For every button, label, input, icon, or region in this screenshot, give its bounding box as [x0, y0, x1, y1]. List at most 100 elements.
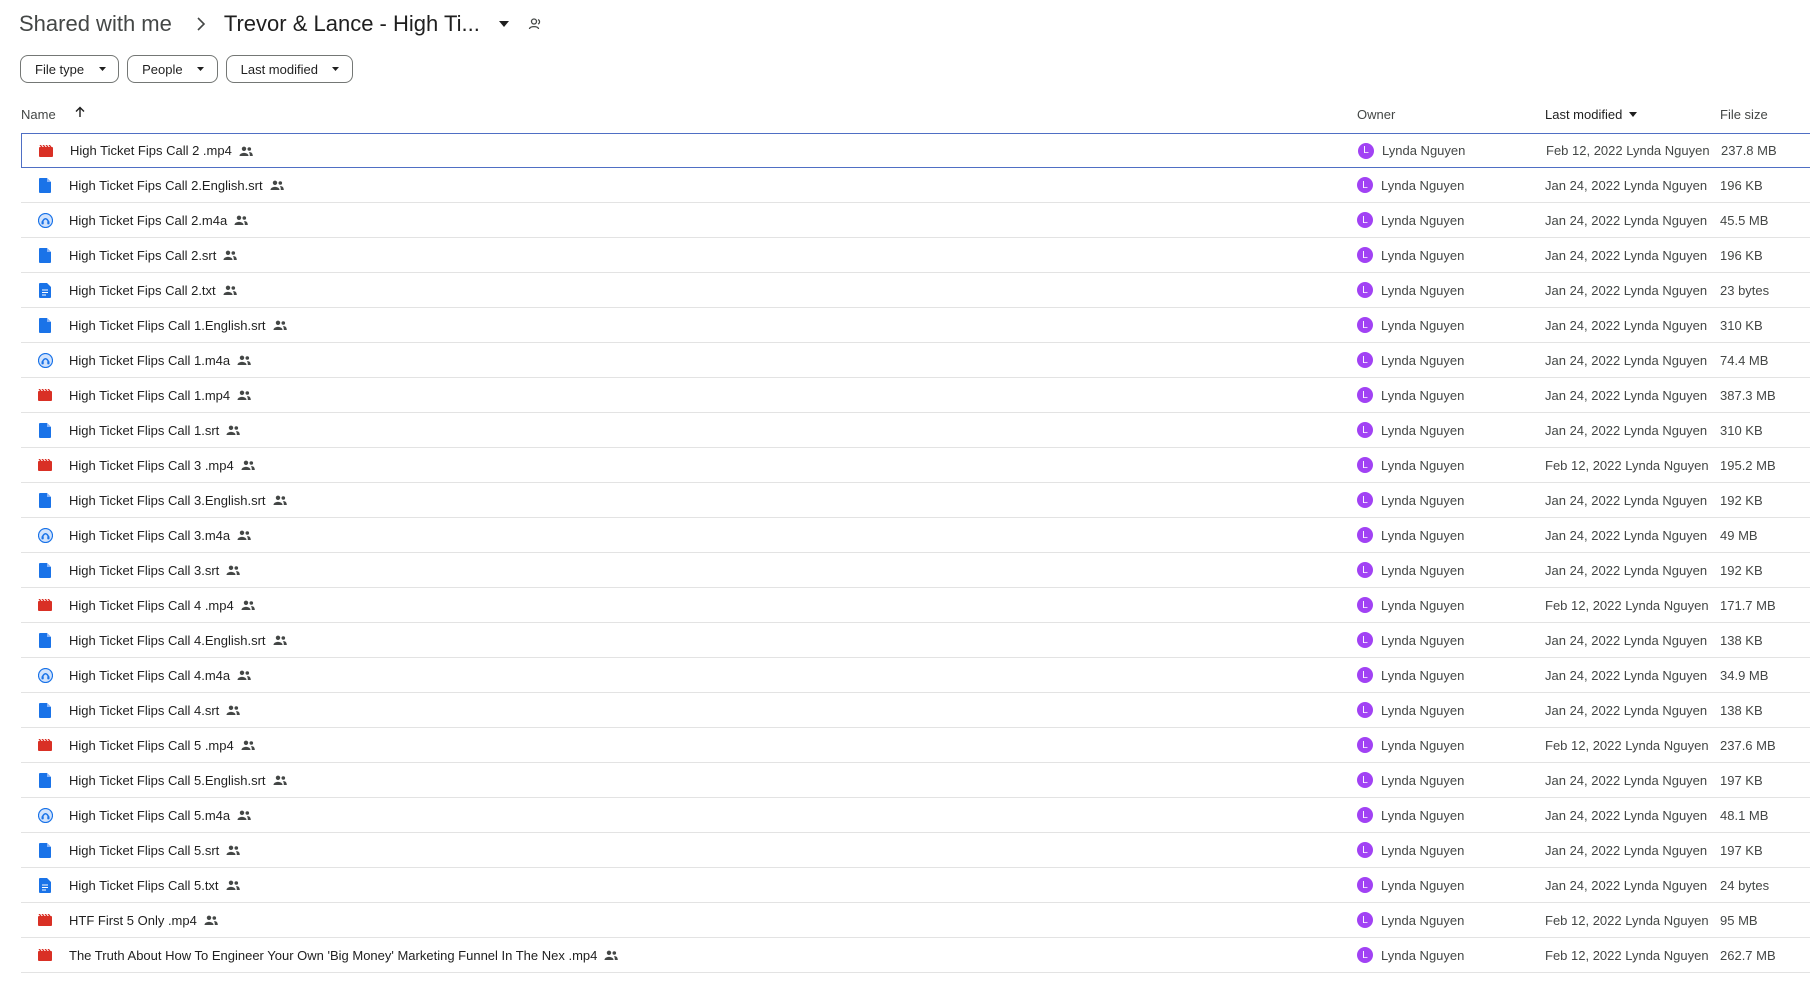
file-row[interactable]: High Ticket Fips Call 2 .mp4 L Lynda Nguye…: [21, 133, 1810, 168]
caret-down-icon: [332, 65, 340, 73]
owner-avatar: L: [1357, 947, 1373, 963]
breadcrumb-current-folder[interactable]: Trevor & Lance - High Ti...: [224, 11, 480, 37]
file-name: High Ticket Flips Call 5.m4a: [69, 807, 231, 823]
name-column-header[interactable]: Name: [21, 104, 56, 124]
owner-avatar: L: [1357, 912, 1373, 928]
file-size-cell: 196 KB: [1720, 177, 1763, 193]
file-name: High Ticket Flips Call 1.m4a: [69, 352, 231, 368]
shared-folder-icon[interactable]: [526, 15, 544, 33]
owner-name: Lynda Nguyen: [1381, 562, 1465, 578]
file-type-filter[interactable]: File type: [20, 55, 120, 83]
file-row[interactable]: High Ticket Flips Call 5.English.srt L Lyn…: [21, 763, 1810, 798]
shared-people-icon: [237, 354, 253, 366]
owner-avatar: L: [1357, 772, 1373, 788]
file-row[interactable]: High Ticket Flips Call 4.m4a L Lynda Nguye…: [21, 658, 1810, 693]
caret-down-icon[interactable]: [496, 16, 512, 32]
file-size-cell: 23 bytes: [1720, 282, 1770, 298]
owner-avatar: L: [1357, 422, 1373, 438]
last-modified-column-header[interactable]: Last modified: [1545, 104, 1640, 124]
file-row[interactable]: High Ticket Fips Call 2.English.srt L Lynd…: [21, 168, 1810, 203]
file-row[interactable]: The Truth About How To Engineer Your Own…: [21, 938, 1810, 973]
file-name-cell: High Ticket Fips Call 2 .mp4: [70, 143, 255, 158]
last-modified-cell: Jan 24, 2022 Lynda Nguyen: [1545, 877, 1708, 893]
shared-people-icon: [237, 529, 253, 541]
shared-people-icon: [241, 459, 257, 471]
file-row[interactable]: High Ticket Flips Call 5.srt L Lynda Nguye…: [21, 833, 1810, 868]
breadcrumb-shared-with-me[interactable]: Shared with me: [19, 11, 172, 37]
audio-file-icon: [37, 527, 53, 543]
owner-cell: L Lynda Nguyen: [1357, 317, 1464, 333]
owner-avatar: L: [1357, 212, 1373, 228]
document-file-icon: [37, 317, 53, 333]
file-row[interactable]: High Ticket Fips Call 2.srt L Lynda Nguyen…: [21, 238, 1810, 273]
last-modified-cell: Jan 24, 2022 Lynda Nguyen: [1545, 492, 1708, 508]
file-size-cell: 310 KB: [1720, 317, 1763, 333]
file-size-column-header[interactable]: File size: [1720, 104, 1768, 124]
owner-cell: L Lynda Nguyen: [1357, 807, 1464, 823]
caret-down-icon: [197, 65, 205, 73]
people-filter[interactable]: People: [127, 55, 218, 83]
owner-name: Lynda Nguyen: [1381, 422, 1465, 438]
document-file-icon: [37, 842, 53, 858]
last-modified-cell: Jan 24, 2022 Lynda Nguyen: [1545, 387, 1708, 403]
owner-avatar: L: [1358, 142, 1374, 159]
file-row[interactable]: High Ticket Flips Call 3.English.srt L Lyn…: [21, 483, 1810, 518]
file-row[interactable]: High Ticket Flips Call 1.m4a L Lynda Nguye…: [21, 343, 1810, 378]
file-row[interactable]: High Ticket Flips Call 5.txt L Lynda Nguye…: [21, 868, 1810, 903]
sort-ascending-icon[interactable]: [72, 104, 88, 120]
file-name-cell: High Ticket Flips Call 1.mp4: [69, 388, 253, 403]
file-name: High Ticket Flips Call 1.srt: [69, 422, 220, 438]
file-name: High Ticket Flips Call 3.English.srt: [69, 492, 266, 508]
file-row[interactable]: HTF First 5 Only .mp4 L Lynda Nguyen Feb 12…: [21, 903, 1810, 938]
file-name: High Ticket Flips Call 3.srt: [69, 562, 220, 578]
owner-avatar: L: [1357, 877, 1373, 893]
owner-avatar: L: [1357, 632, 1373, 648]
document-file-icon: [37, 632, 53, 648]
owner-name: Lynda Nguyen: [1381, 177, 1465, 193]
file-size-cell: 45.5 MB: [1720, 212, 1769, 228]
file-size-cell: 310 KB: [1720, 422, 1763, 438]
owner-avatar: L: [1357, 702, 1373, 718]
file-row[interactable]: High Ticket Flips Call 3 .mp4 L Lynda Nguy…: [21, 448, 1810, 483]
owner-cell: L Lynda Nguyen: [1357, 597, 1464, 613]
people-filter-label: People: [142, 61, 183, 77]
file-row[interactable]: High Ticket Flips Call 4.srt L Lynda Nguye…: [21, 693, 1810, 728]
file-row[interactable]: High Ticket Flips Call 5 .mp4 L Lynda Nguy…: [21, 728, 1810, 763]
file-row[interactable]: High Ticket Fips Call 2.m4a L Lynda Nguyen…: [21, 203, 1810, 238]
text-file-icon: [37, 282, 53, 298]
shared-people-icon: [234, 214, 250, 226]
owner-cell: L Lynda Nguyen: [1357, 842, 1464, 858]
file-name-cell: High Ticket Flips Call 5.txt: [69, 878, 242, 893]
file-row[interactable]: High Ticket Flips Call 4.English.srt L Lyn…: [21, 623, 1810, 658]
owner-cell: L Lynda Nguyen: [1357, 387, 1464, 403]
file-row[interactable]: High Ticket Fips Call 2.txt L Lynda Nguyen…: [21, 273, 1810, 308]
file-row[interactable]: High Ticket Flips Call 3.srt L Lynda Nguye…: [21, 553, 1810, 588]
file-row[interactable]: High Ticket Flips Call 4 .mp4 L Lynda Nguy…: [21, 588, 1810, 623]
file-list: High Ticket Fips Call 2 .mp4 L Lynda Nguye…: [21, 133, 1810, 973]
owner-name: Lynda Nguyen: [1381, 597, 1465, 613]
file-row[interactable]: High Ticket Flips Call 1.mp4 L Lynda Nguye…: [21, 378, 1810, 413]
owner-cell: L Lynda Nguyen: [1357, 562, 1464, 578]
file-size-cell: 262.7 MB: [1720, 947, 1776, 963]
file-row[interactable]: High Ticket Flips Call 1.English.srt L Lyn…: [21, 308, 1810, 343]
owner-cell: L Lynda Nguyen: [1357, 737, 1464, 753]
owner-cell: L Lynda Nguyen: [1357, 177, 1464, 193]
last-modified-cell: Jan 24, 2022 Lynda Nguyen: [1545, 212, 1708, 228]
file-row[interactable]: High Ticket Flips Call 5.m4a L Lynda Nguye…: [21, 798, 1810, 833]
last-modified-filter[interactable]: Last modified: [225, 55, 353, 83]
file-row[interactable]: High Ticket Flips Call 3.m4a L Lynda Nguye…: [21, 518, 1810, 553]
owner-cell: L Lynda Nguyen: [1357, 352, 1464, 368]
file-name: High Ticket Fips Call 2.txt: [69, 282, 216, 298]
shared-people-icon: [226, 564, 242, 576]
file-name: High Ticket Flips Call 3.m4a: [69, 527, 231, 543]
owner-name: Lynda Nguyen: [1381, 667, 1465, 683]
file-row[interactable]: High Ticket Flips Call 1.srt L Lynda Nguye…: [21, 413, 1810, 448]
owner-cell: L Lynda Nguyen: [1357, 877, 1464, 893]
owner-column-header[interactable]: Owner: [1357, 104, 1395, 124]
file-size-cell: 74.4 MB: [1720, 352, 1769, 368]
owner-name: Lynda Nguyen: [1381, 212, 1465, 228]
last-modified-cell: Feb 12, 2022 Lynda Nguyen: [1545, 457, 1709, 473]
owner-avatar: L: [1357, 597, 1373, 613]
file-name-cell: High Ticket Flips Call 1.srt: [69, 423, 242, 438]
file-name: High Ticket Flips Call 4.English.srt: [69, 632, 266, 648]
